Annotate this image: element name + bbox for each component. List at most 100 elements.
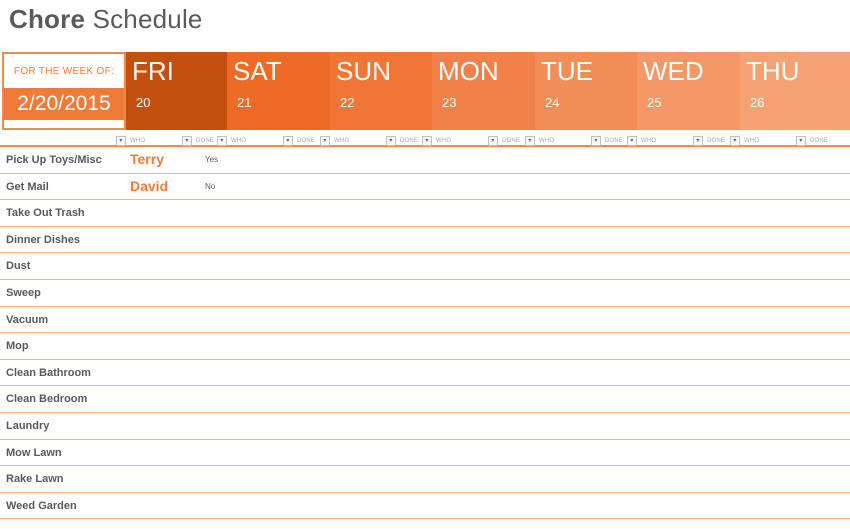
table-row: Mow Lawn bbox=[0, 440, 850, 467]
dropdown-arrow-icon[interactable]: ▾ bbox=[796, 135, 806, 146]
who-filter-sat[interactable]: ▾ WHO bbox=[217, 135, 246, 146]
dropdown-arrow-icon[interactable]: ▾ bbox=[693, 135, 703, 146]
who-header-label: WHO bbox=[436, 137, 452, 144]
table-row: Pick Up Toys/Misc Terry Yes bbox=[0, 147, 850, 174]
who-header-label: WHO bbox=[334, 137, 350, 144]
done-filter-wed[interactable]: ▾ DONE bbox=[693, 135, 725, 146]
day-name: TUE bbox=[541, 56, 593, 86]
done-header-label: DONE bbox=[605, 137, 624, 144]
day-number: 25 bbox=[647, 95, 662, 110]
table-row: Get Mail David No bbox=[0, 174, 850, 201]
title-bold: Chore bbox=[9, 4, 86, 34]
who-filter-tue[interactable]: ▾ WHO bbox=[525, 135, 554, 146]
chore-name: Clean Bathroom bbox=[6, 366, 91, 379]
dropdown-arrow-icon[interactable]: ▾ bbox=[422, 135, 432, 146]
done-cell[interactable]: No bbox=[205, 182, 215, 191]
dropdown-arrow-icon[interactable]: ▾ bbox=[217, 135, 227, 146]
day-header-tue: TUE 24 bbox=[535, 52, 638, 130]
who-header-label: WHO bbox=[744, 137, 760, 144]
table-row: Take Out Trash bbox=[0, 200, 850, 227]
table-row: Mop bbox=[0, 333, 850, 360]
table-row: Dinner Dishes bbox=[0, 227, 850, 254]
chore-name: Mow Lawn bbox=[6, 446, 62, 459]
week-of-label: FOR THE WEEK OF: bbox=[13, 66, 115, 77]
week-header: FOR THE WEEK OF: 2/20/2015 FRI 20 SAT 21 SUN… bbox=[2, 52, 850, 130]
day-header-mon: MON 23 bbox=[432, 52, 535, 130]
table-row: Rake Lawn bbox=[0, 466, 850, 493]
table-row: Vacuum bbox=[0, 307, 850, 334]
who-filter-sun[interactable]: ▾ WHO bbox=[320, 135, 349, 146]
dropdown-arrow-icon[interactable]: ▾ bbox=[591, 135, 601, 146]
dropdown-arrow-icon[interactable]: ▾ bbox=[320, 135, 330, 146]
day-header-sat: SAT 21 bbox=[227, 52, 330, 130]
done-filter-sun[interactable]: ▾ DONE bbox=[386, 135, 418, 146]
done-filter-sat[interactable]: ▾ DONE bbox=[283, 135, 315, 146]
title-light: Schedule bbox=[92, 4, 203, 34]
who-filter-wed[interactable]: ▾ WHO bbox=[627, 135, 656, 146]
done-filter-thu[interactable]: ▾ DONE bbox=[796, 135, 828, 146]
chore-name: Pick Up Toys/Misc bbox=[6, 154, 102, 166]
done-filter-mon[interactable]: ▾ DONE bbox=[488, 135, 520, 146]
dropdown-arrow-icon[interactable]: ▾ bbox=[182, 135, 192, 146]
chore-name: Vacuum bbox=[6, 313, 49, 326]
done-header-label: DONE bbox=[502, 137, 521, 144]
day-number: 22 bbox=[340, 95, 355, 110]
who-header-label: WHO bbox=[130, 137, 146, 144]
done-header-label: DONE bbox=[400, 137, 419, 144]
table-row: Clean Bedroom bbox=[0, 386, 850, 413]
who-cell[interactable]: David bbox=[130, 178, 168, 194]
done-filter-tue[interactable]: ▾ DONE bbox=[591, 135, 623, 146]
who-filter-fri[interactable]: ▾ WHO bbox=[116, 135, 145, 146]
day-name: WED bbox=[643, 56, 704, 86]
chore-name: Dust bbox=[6, 260, 31, 273]
table-row: Clean Bathroom bbox=[0, 360, 850, 387]
dropdown-arrow-icon[interactable]: ▾ bbox=[283, 135, 293, 146]
chore-name: Sweep bbox=[6, 286, 41, 299]
done-filter-fri[interactable]: ▾ DONE bbox=[182, 135, 214, 146]
day-name: FRI bbox=[132, 56, 174, 86]
day-number: 21 bbox=[237, 95, 252, 110]
who-header-label: WHO bbox=[539, 137, 555, 144]
who-cell[interactable]: Terry bbox=[130, 151, 164, 167]
dropdown-arrow-icon[interactable]: ▾ bbox=[488, 135, 498, 146]
chore-table: Pick Up Toys/Misc Terry Yes Get Mail David No… bbox=[0, 147, 850, 520]
chore-name: Clean Bedroom bbox=[6, 393, 88, 406]
day-name: THU bbox=[746, 56, 800, 86]
day-name: SUN bbox=[336, 56, 391, 86]
chore-name: Get Mail bbox=[6, 180, 49, 193]
day-name: SAT bbox=[233, 56, 282, 86]
chore-name: Mop bbox=[6, 340, 29, 353]
chore-name: Rake Lawn bbox=[6, 473, 64, 486]
table-row: Dust bbox=[0, 253, 850, 280]
dropdown-arrow-icon[interactable]: ▾ bbox=[525, 135, 535, 146]
dropdown-arrow-icon[interactable]: ▾ bbox=[730, 135, 740, 146]
table-row: Sweep bbox=[0, 280, 850, 307]
week-of-box: FOR THE WEEK OF: 2/20/2015 bbox=[2, 52, 126, 130]
done-header-label: DONE bbox=[297, 137, 316, 144]
week-start-date[interactable]: 2/20/2015 bbox=[4, 88, 124, 120]
dropdown-arrow-icon[interactable]: ▾ bbox=[386, 135, 396, 146]
done-cell[interactable]: Yes bbox=[205, 155, 218, 164]
chore-name: Dinner Dishes bbox=[6, 233, 80, 246]
table-row: Laundry bbox=[0, 413, 850, 440]
day-number: 20 bbox=[136, 95, 151, 110]
day-number: 23 bbox=[442, 95, 457, 110]
who-filter-mon[interactable]: ▾ WHO bbox=[422, 135, 451, 146]
day-header-fri: FRI 20 bbox=[126, 52, 229, 130]
who-header-label: WHO bbox=[231, 137, 247, 144]
who-filter-thu[interactable]: ▾ WHO bbox=[730, 135, 759, 146]
dropdown-arrow-icon[interactable]: ▾ bbox=[116, 135, 126, 146]
table-row: Weed Garden bbox=[0, 493, 850, 520]
day-name: MON bbox=[438, 56, 499, 86]
done-header-label: DONE bbox=[196, 137, 215, 144]
day-header-thu: THU 26 bbox=[740, 52, 850, 130]
day-number: 26 bbox=[750, 95, 765, 110]
chore-name: Laundry bbox=[6, 419, 50, 432]
chore-name: Weed Garden bbox=[6, 499, 77, 512]
done-header-label: DONE bbox=[810, 137, 829, 144]
dropdown-arrow-icon[interactable]: ▾ bbox=[627, 135, 637, 146]
column-header-row: ▾ WHO ▾ DONE ▾ WHO ▾ DONE ▾ WHO ▾ DONE ▾ WHO ▾ DONE ▾ WHO… bbox=[0, 133, 850, 147]
done-header-label: DONE bbox=[707, 137, 726, 144]
page-title: Chore Schedule bbox=[9, 4, 203, 35]
day-number: 24 bbox=[545, 95, 560, 110]
